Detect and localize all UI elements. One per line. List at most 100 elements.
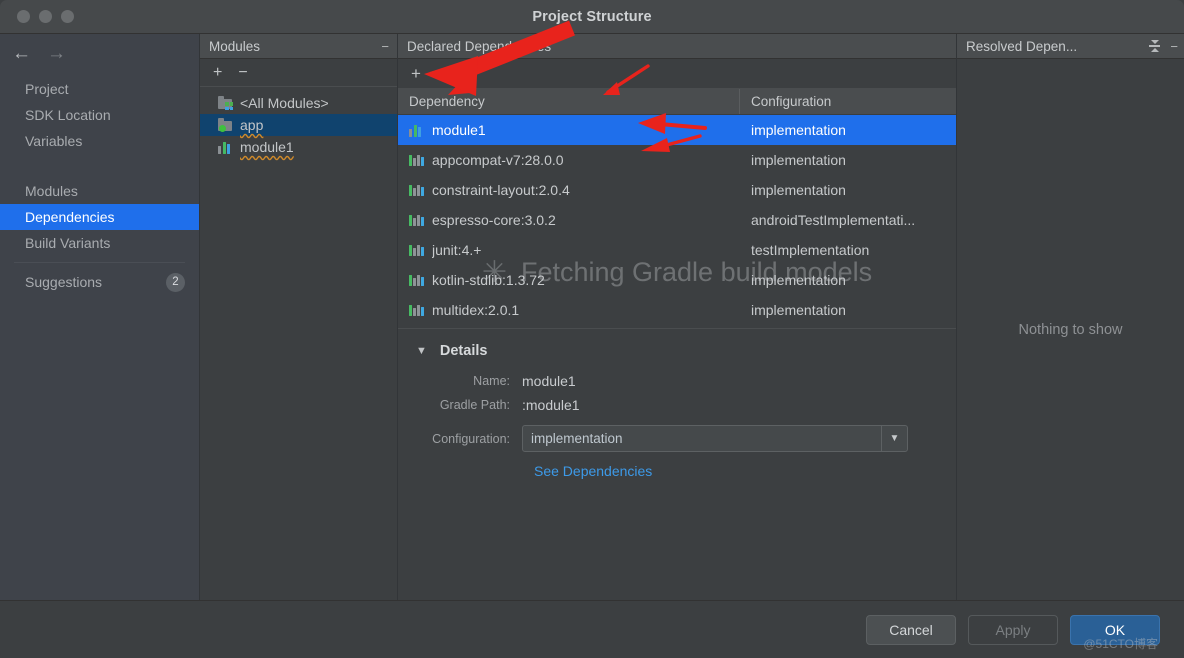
chevron-down-icon[interactable]: ▼ <box>416 345 427 357</box>
sidebar-item-label: Build Variants <box>25 235 111 251</box>
nav-divider <box>14 262 185 263</box>
sidebar-item-label: SDK Location <box>25 107 111 123</box>
chevron-down-icon[interactable]: ▼ <box>881 426 907 451</box>
minimize-icon[interactable]: − <box>381 40 389 53</box>
sidebar-item-sdk-location[interactable]: SDK Location <box>0 102 199 128</box>
remove-module-button[interactable]: − <box>238 64 247 81</box>
library-module-icon <box>409 124 424 137</box>
details-header[interactable]: ▼ Details <box>416 343 956 359</box>
dependency-configuration: implementation <box>751 122 846 138</box>
dependency-configuration: implementation <box>751 302 846 318</box>
module-list-item-all-modules[interactable]: <All Modules> <box>200 92 397 114</box>
library-icon <box>409 274 424 286</box>
configuration-select[interactable]: implementation ▼ <box>522 425 908 452</box>
dependency-table-header: Dependency Configuration <box>398 89 956 115</box>
sidebar-item-label: Dependencies <box>25 209 115 225</box>
resolved-dependencies-title: Resolved Depen... <box>966 38 1078 54</box>
back-arrow-icon[interactable]: ← <box>12 44 31 63</box>
declared-dependencies-header: Declared Dependencies <box>398 34 956 59</box>
forward-arrow-icon[interactable]: → <box>47 44 66 63</box>
library-icon <box>409 214 424 226</box>
table-row[interactable]: junit:4.+ testImplementation <box>398 235 956 265</box>
declared-dependencies-title: Declared Dependencies <box>407 38 552 54</box>
dependency-configuration: implementation <box>751 272 846 288</box>
details-title: Details <box>439 343 488 359</box>
details-configuration-row: Configuration: implementation ▼ <box>416 425 956 452</box>
sidebar-item-modules[interactable]: Modules <box>0 178 199 204</box>
module-list-item-module1[interactable]: module1 <box>200 136 397 158</box>
see-dependencies-link[interactable]: See Dependencies <box>534 463 956 479</box>
details-configuration-label: Configuration: <box>432 431 510 446</box>
sidebar-item-label: Variables <box>25 133 83 149</box>
modules-panel-title: Modules <box>209 38 261 54</box>
sidebar-item-project[interactable]: Project <box>0 76 199 102</box>
sidebar-item-label: Project <box>25 81 69 97</box>
module-list-item-app[interactable]: app <box>200 114 397 136</box>
sidebar-item-dependencies[interactable]: Dependencies <box>0 204 199 230</box>
modules-toolbar: + − <box>200 59 397 87</box>
app-module-icon <box>218 118 233 132</box>
collapse-all-icon[interactable] <box>1149 40 1161 52</box>
details-name-value: module1 <box>522 373 576 389</box>
declared-dependencies-panel: Declared Dependencies + Dependency Confi… <box>398 34 957 600</box>
table-row[interactable]: constraint-layout:2.0.4 implementation <box>398 175 956 205</box>
dependency-name: espresso-core:3.0.2 <box>432 212 556 228</box>
sidebar-item-suggestions[interactable]: Suggestions 2 <box>0 269 199 295</box>
details-gradle-path-label: Gradle Path: <box>439 398 510 412</box>
library-module-icon <box>218 141 233 154</box>
nav-history-controls: ← → <box>0 34 199 72</box>
table-row[interactable]: kotlin-stdlib:1.3.72 implementation <box>398 265 956 295</box>
page-title: Project Structure <box>532 8 652 25</box>
configuration-select-value: implementation <box>531 431 623 446</box>
library-icon <box>409 154 424 166</box>
minimize-icon[interactable]: − <box>1170 40 1178 53</box>
watermark: @51CTO博客 <box>1083 637 1158 651</box>
left-navigation: ← → Project SDK Location Variables Modul… <box>0 34 200 600</box>
module-list-item-label: <All Modules> <box>240 95 329 111</box>
sidebar-item-build-variants[interactable]: Build Variants <box>0 230 199 256</box>
dependency-configuration: implementation <box>751 152 846 168</box>
table-row[interactable]: appcompat-v7:28.0.0 implementation <box>398 145 956 175</box>
suggestions-count-badge: 2 <box>166 272 185 292</box>
library-icon <box>409 244 424 256</box>
sidebar-item-label: Modules <box>25 183 78 199</box>
dependency-name: multidex:2.0.1 <box>432 302 520 318</box>
dependency-configuration: testImplementation <box>751 242 870 258</box>
dependency-name: junit:4.+ <box>432 242 482 258</box>
column-header-dependency[interactable]: Dependency <box>398 89 740 114</box>
modules-list: <All Modules> app module1 <box>200 87 397 158</box>
details-gradle-path-row: Gradle Path: :module1 <box>416 397 956 413</box>
table-row[interactable]: multidex:2.0.1 implementation <box>398 295 956 325</box>
empty-state-text: Nothing to show <box>1018 321 1123 338</box>
resolved-dependencies-header: Resolved Depen... − <box>957 34 1184 59</box>
add-dependency-button[interactable]: + <box>411 65 421 82</box>
declared-dependencies-toolbar: + <box>398 59 956 89</box>
details-name-row: Name: module1 <box>416 373 956 389</box>
title-bar: Project Structure <box>0 0 1184 34</box>
module-list-item-label: app <box>240 117 264 133</box>
table-row[interactable]: runner:1.0.2 androidTestImplementati <box>398 325 956 328</box>
dependency-name: module1 <box>432 122 486 138</box>
table-row[interactable]: espresso-core:3.0.2 androidTestImplement… <box>398 205 956 235</box>
sidebar-item-variables[interactable]: Variables <box>0 128 199 154</box>
nav-list: Project SDK Location Variables Modules D… <box>0 72 199 295</box>
apply-button[interactable]: Apply <box>968 614 1058 645</box>
dependency-table-body[interactable]: module1 implementation appcompat-v7:28.0… <box>398 115 956 329</box>
cancel-button[interactable]: Cancel <box>866 614 956 645</box>
details-gradle-path-value: :module1 <box>522 397 580 413</box>
all-modules-icon <box>218 96 233 110</box>
sidebar-item-label: Suggestions <box>25 274 103 290</box>
table-row[interactable]: module1 implementation <box>398 115 956 145</box>
module-list-item-label: module1 <box>240 139 294 155</box>
column-header-configuration[interactable]: Configuration <box>740 94 956 109</box>
dependency-name: kotlin-stdlib:1.3.72 <box>432 272 545 288</box>
details-fields: Name: module1 Gradle Path: :module1 Conf… <box>416 373 956 479</box>
dialog-footer: Cancel Apply OK @51CTO博客 <box>0 600 1184 658</box>
add-module-button[interactable]: + <box>213 64 222 81</box>
details-name-label: Name: <box>473 374 510 388</box>
dependency-name: constraint-layout:2.0.4 <box>432 182 570 198</box>
modules-panel-header: Modules − <box>200 34 397 59</box>
library-icon <box>409 304 424 316</box>
resolved-dependencies-body: Nothing to show <box>957 59 1184 600</box>
